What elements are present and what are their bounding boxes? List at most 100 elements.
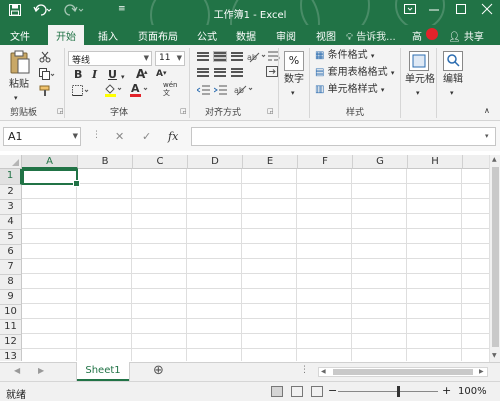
tab-file[interactable]: 文件 — [10, 28, 30, 43]
scroll-down-icon[interactable]: ▼ — [492, 352, 497, 359]
bold-button[interactable]: B — [74, 68, 82, 81]
cell-area[interactable] — [22, 169, 490, 361]
phonetic-guide-button[interactable]: wén 文 — [163, 81, 177, 97]
row-header[interactable]: 6 — [0, 245, 22, 260]
ribbon-display-icon[interactable] — [404, 3, 416, 18]
row-header[interactable]: 11 — [0, 320, 22, 335]
shrink-font-button[interactable]: A — [156, 69, 163, 79]
scroll-sheets-right-icon[interactable]: ▶ — [38, 366, 44, 375]
orientation-icon[interactable]: ab — [247, 50, 267, 66]
sheet-tab-sheet1[interactable]: Sheet1 — [77, 362, 129, 381]
column-header[interactable]: F — [298, 155, 353, 169]
expand-formula-icon[interactable]: ▾ — [485, 132, 489, 140]
row-header[interactable]: 1 — [0, 169, 22, 185]
tab-page-layout[interactable]: 页面布局 — [138, 28, 178, 43]
column-header[interactable]: E — [243, 155, 298, 169]
fill-color-icon[interactable] — [104, 83, 124, 100]
page-break-view-icon[interactable] — [311, 386, 323, 397]
row-header[interactable]: 8 — [0, 275, 22, 290]
cell-styles-button[interactable]: ▥ 单元格样式 ▾ — [315, 83, 384, 97]
enter-icon[interactable]: ✓ — [142, 130, 151, 143]
decrease-indent-icon[interactable] — [196, 84, 211, 99]
format-as-table-button[interactable]: ▤ 套用表格格式 ▾ — [315, 66, 394, 80]
formula-input[interactable] — [191, 127, 496, 146]
row-header[interactable]: 7 — [0, 260, 22, 275]
paste-icon[interactable] — [9, 50, 31, 79]
tab-splitter-icon[interactable]: ⋮ — [300, 365, 309, 375]
tab-view[interactable]: 视图 — [316, 28, 336, 43]
scroll-right-icon[interactable]: ▶ — [479, 368, 484, 375]
horizontal-scroll-thumb[interactable] — [333, 369, 473, 375]
underline-button[interactable]: U — [108, 68, 117, 81]
insert-function-button[interactable]: fx — [168, 130, 178, 143]
zoom-in-button[interactable]: + — [442, 384, 451, 397]
page-layout-view-icon[interactable] — [291, 386, 303, 397]
row-header[interactable]: 2 — [0, 185, 22, 200]
underline-dropdown-icon[interactable]: ▾ — [121, 70, 125, 84]
row-header[interactable]: 9 — [0, 290, 22, 305]
add-sheet-icon[interactable]: ⊕ — [153, 363, 164, 378]
tab-data[interactable]: 数据 — [236, 28, 256, 43]
text-direction-icon[interactable]: ab — [234, 83, 254, 99]
alignment-launcher-icon[interactable]: ◲ — [267, 107, 274, 115]
tab-formulas[interactable]: 公式 — [197, 28, 217, 43]
vertical-scroll-thumb[interactable] — [492, 167, 499, 347]
row-header[interactable]: 5 — [0, 230, 22, 245]
paste-dropdown-icon[interactable]: ▾ — [14, 91, 18, 105]
increase-indent-icon[interactable] — [213, 84, 228, 99]
user-avatar[interactable] — [426, 28, 438, 40]
number-format-button[interactable]: 数字 — [284, 73, 304, 87]
align-top-icon[interactable] — [197, 52, 209, 61]
cut-icon[interactable] — [39, 51, 51, 66]
column-header[interactable]: H — [408, 155, 463, 169]
italic-button[interactable]: I — [92, 68, 97, 81]
cells-dropdown-icon[interactable]: ▾ — [416, 86, 420, 100]
column-header[interactable]: B — [78, 155, 133, 169]
row-header[interactable]: 13 — [0, 350, 22, 361]
column-header[interactable]: C — [133, 155, 188, 169]
number-dropdown-icon[interactable]: ▾ — [291, 86, 295, 100]
column-header[interactable]: G — [353, 155, 408, 169]
clipboard-launcher-icon[interactable]: ◲ — [57, 107, 64, 115]
zoom-slider-track[interactable] — [338, 391, 438, 392]
column-header[interactable]: D — [188, 155, 243, 169]
paste-button-label[interactable]: 粘贴 — [9, 78, 29, 92]
row-header[interactable]: 10 — [0, 305, 22, 320]
tab-insert[interactable]: 插入 — [98, 28, 118, 43]
editing-dropdown-icon[interactable]: ▾ — [450, 86, 454, 100]
row-header[interactable]: 4 — [0, 215, 22, 230]
vertical-scrollbar[interactable]: ▲ ▼ — [489, 155, 500, 362]
minimize-icon[interactable] — [428, 3, 440, 18]
name-box[interactable]: A1 ▼ — [3, 127, 81, 146]
cells-button[interactable]: 单元格 — [405, 73, 435, 87]
editing-button[interactable]: 编辑 — [443, 73, 463, 87]
borders-icon[interactable] — [72, 85, 90, 100]
copy-icon[interactable] — [39, 68, 55, 83]
formula-bar-splitter[interactable]: ⋮ — [92, 130, 101, 140]
horizontal-scrollbar[interactable]: ◀ ▶ — [318, 367, 488, 377]
font-name-select[interactable]: 等线 ▼ — [68, 51, 152, 66]
tab-review[interactable]: 审阅 — [276, 28, 296, 43]
cancel-icon[interactable]: ✕ — [115, 130, 124, 143]
worksheet-grid[interactable]: A B C D E F G H 1 2 3 4 5 6 7 8 9 10 11 … — [0, 155, 490, 361]
select-all-button[interactable] — [0, 155, 22, 169]
close-icon[interactable] — [481, 3, 493, 18]
user-name[interactable]: 高 — [412, 28, 422, 43]
align-middle-icon[interactable] — [213, 51, 227, 62]
scroll-left-icon[interactable]: ◀ — [321, 368, 326, 375]
share-button[interactable]: 👤︎ 共享 — [448, 28, 484, 43]
column-header[interactable]: A — [22, 155, 78, 169]
tab-home[interactable]: 开始 — [48, 25, 84, 45]
maximize-icon[interactable] — [455, 3, 467, 18]
align-center-icon[interactable] — [214, 68, 226, 77]
row-header[interactable]: 3 — [0, 200, 22, 215]
normal-view-icon[interactable] — [271, 386, 283, 397]
font-color-icon[interactable]: A — [130, 82, 150, 100]
align-right-icon[interactable] — [231, 68, 243, 77]
font-size-select[interactable]: 11 ▼ — [155, 51, 185, 66]
collapse-ribbon-icon[interactable]: ∧ — [484, 104, 490, 118]
conditional-format-button[interactable]: ▦ 条件格式 ▾ — [315, 49, 374, 63]
zoom-out-button[interactable]: − — [328, 384, 337, 397]
align-left-icon[interactable] — [197, 68, 209, 77]
active-cell-a1[interactable] — [22, 169, 80, 187]
